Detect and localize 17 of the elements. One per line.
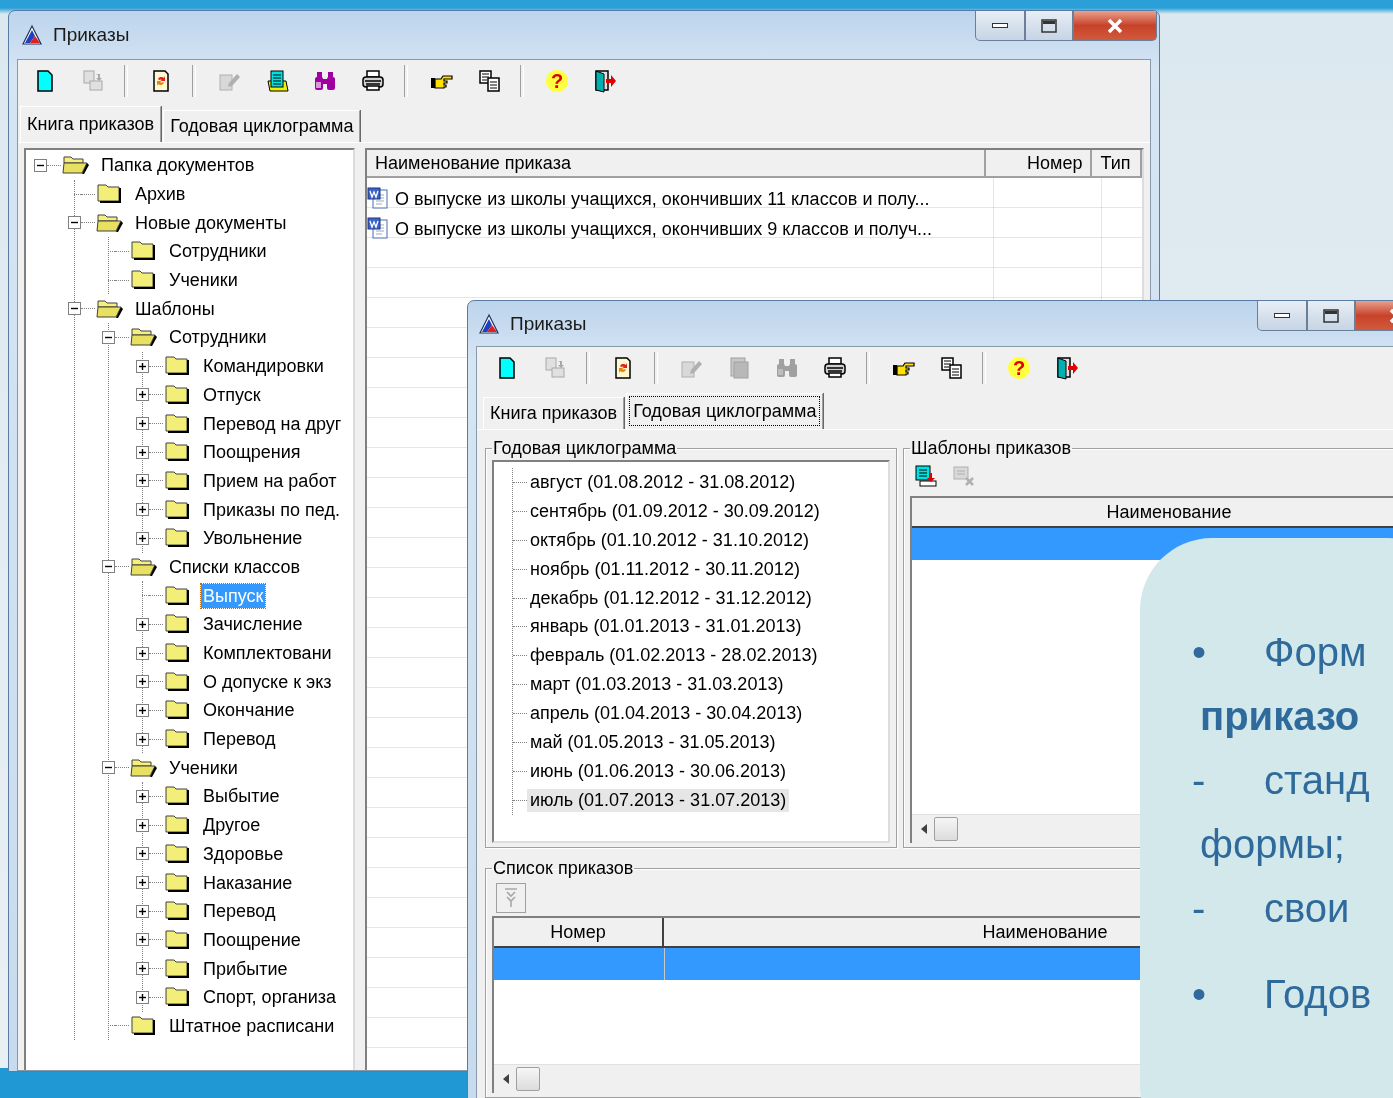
callout-text: Годов	[1264, 972, 1372, 1017]
table-cell: О выпуске из школы учащихся, окончивших 9 классов и получ...	[395, 218, 933, 240]
group-title: Список приказов	[492, 858, 635, 878]
callout-text: приказо	[1199, 694, 1360, 739]
bullet-mark: -	[1191, 886, 1207, 931]
group-title: Годовая циклограмма	[492, 438, 678, 458]
bullet-mark: •	[1191, 972, 1207, 1017]
bullet-mark: •	[1191, 630, 1207, 675]
callout-text: формы;	[1199, 822, 1345, 867]
group-title: Шаблоны приказов	[910, 438, 1073, 458]
callout-text: свои	[1264, 886, 1350, 931]
bullet-mark: -	[1191, 758, 1207, 803]
window-title: Приказы	[510, 312, 587, 335]
table-cell: О выпуске из школы учащихся, окончивших 11 классов и полу...	[395, 188, 930, 210]
window-title: Приказы	[53, 24, 130, 46]
callout-text: Форм	[1264, 630, 1367, 675]
callout-text: станд	[1264, 758, 1370, 803]
